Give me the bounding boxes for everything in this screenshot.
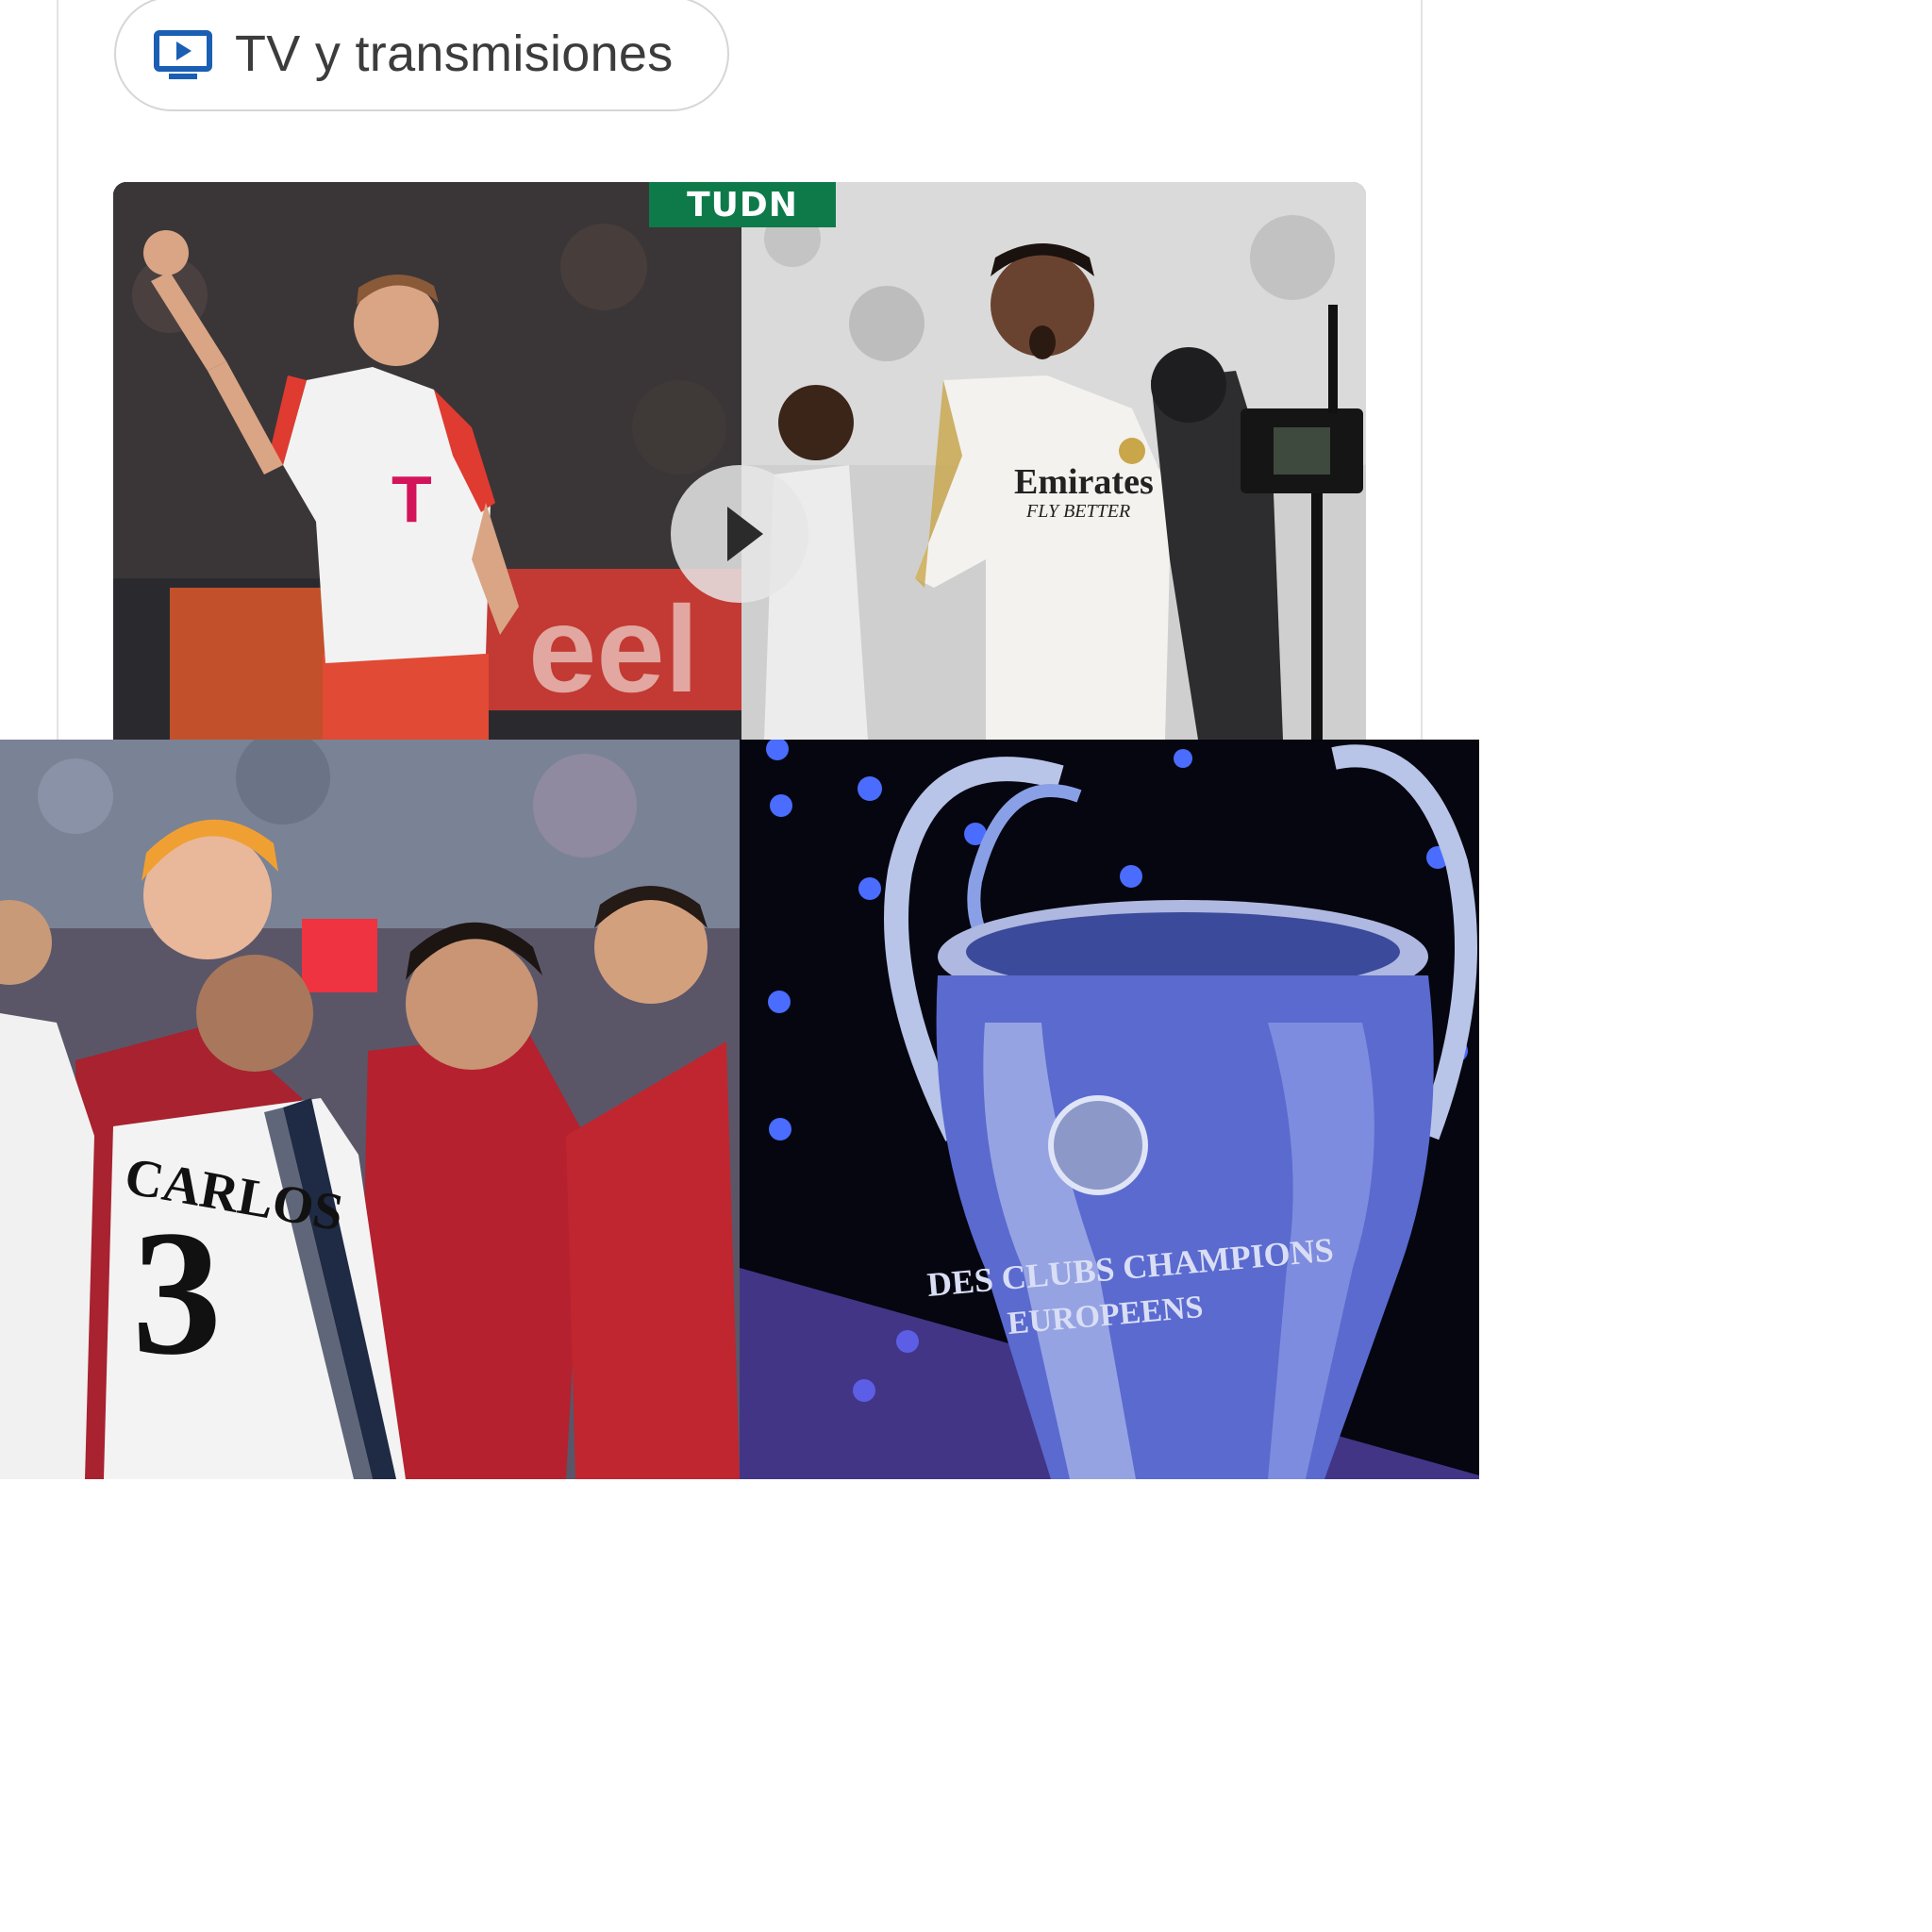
jersey-tagline: FLY BETTER: [1025, 501, 1130, 522]
trophy-photo[interactable]: DES CLUBS CHAMPIONS EUROPEENS: [740, 740, 1479, 1479]
red-card-photo[interactable]: CARLOS 3: [0, 740, 740, 1479]
svg-text:eel: eel: [528, 580, 699, 718]
jersey-logo: T: [391, 462, 432, 536]
play-icon: [727, 507, 763, 561]
tv-play-icon: [154, 30, 212, 79]
play-button[interactable]: [671, 465, 808, 603]
tudn-watermark: TUDN: [649, 182, 836, 227]
video-thumbnail[interactable]: eel T Emirates FLY BETTER: [113, 182, 1366, 740]
jersey-number: 3: [132, 1194, 222, 1392]
tv-streams-chip[interactable]: TV y transmisiones: [114, 0, 729, 111]
jersey-sponsor: Emirates: [1014, 462, 1154, 502]
chip-label: TV y transmisiones: [235, 25, 674, 82]
